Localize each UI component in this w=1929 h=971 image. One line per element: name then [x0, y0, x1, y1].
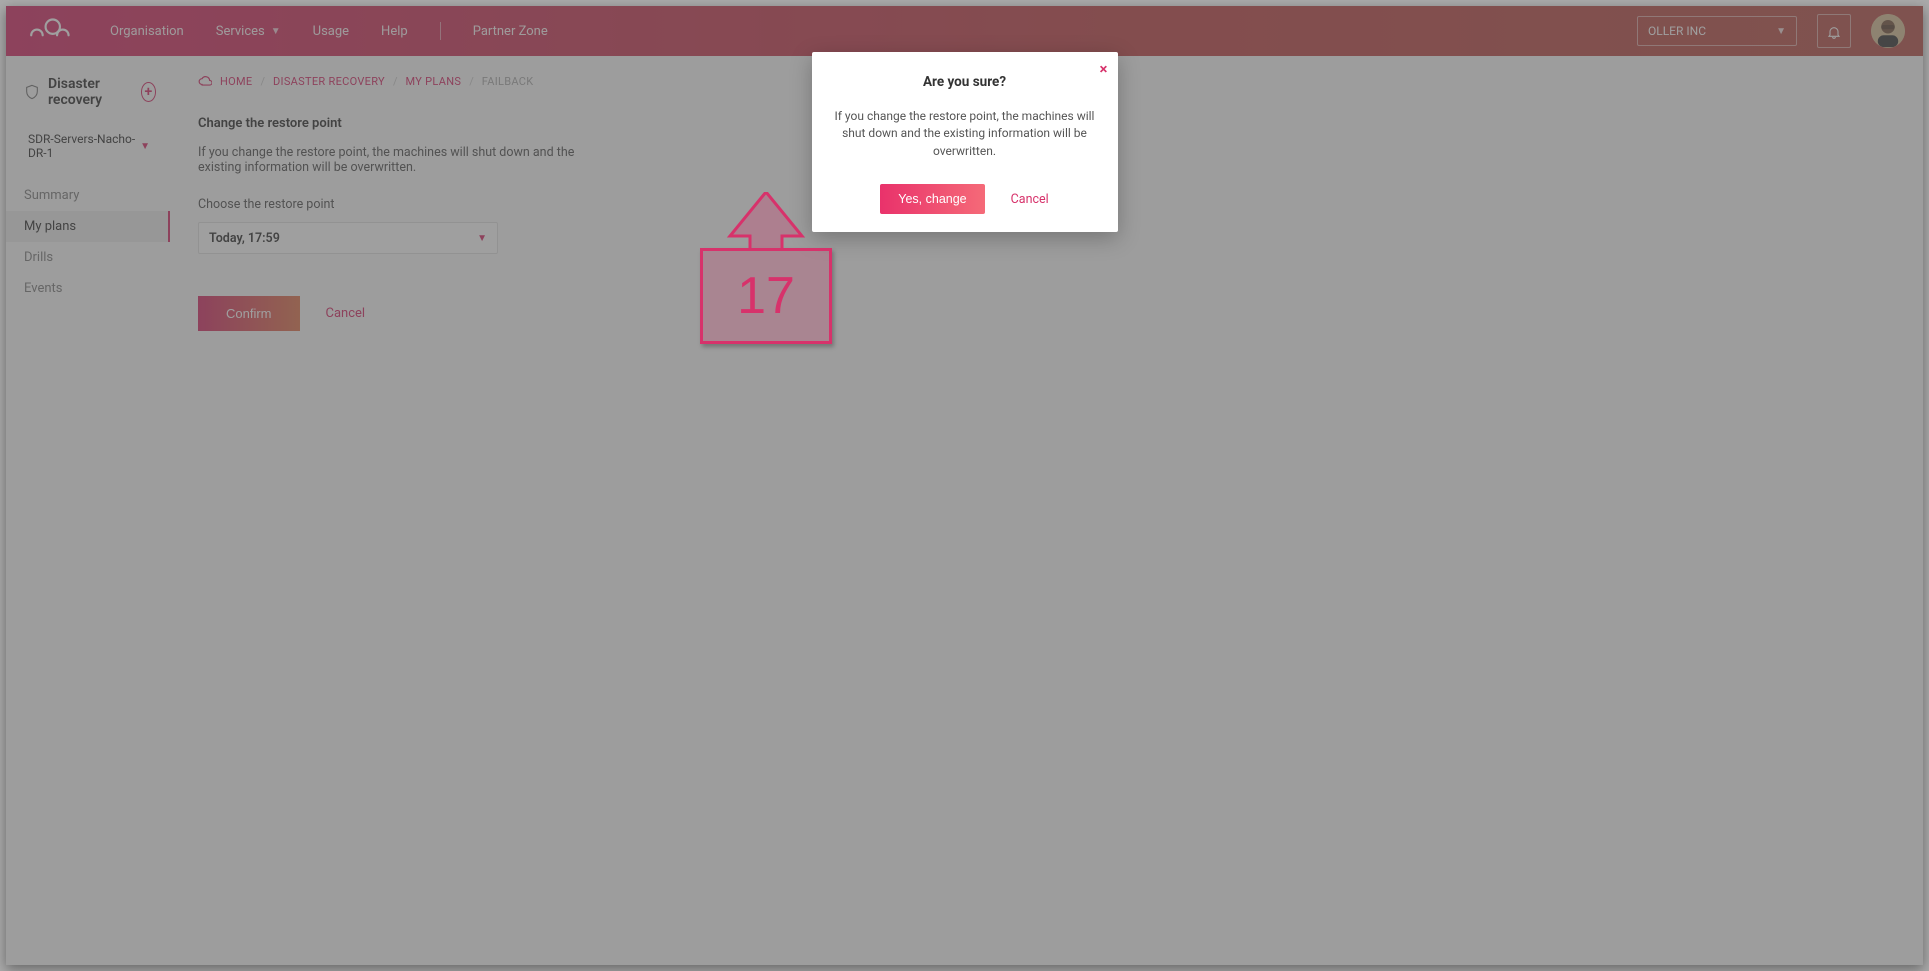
modal-cancel-link[interactable]: Cancel — [1011, 192, 1049, 207]
app-window: Organisation Services ▼ Usage Help Partn… — [6, 6, 1923, 965]
modal-close-button[interactable]: × — [1100, 60, 1108, 78]
modal-actions: Yes, change Cancel — [832, 184, 1098, 214]
modal-body: If you change the restore point, the mac… — [832, 108, 1098, 160]
confirm-modal: × Are you sure? If you change the restor… — [812, 52, 1118, 232]
modal-title: Are you sure? — [832, 74, 1098, 90]
modal-yes-button[interactable]: Yes, change — [880, 184, 984, 214]
